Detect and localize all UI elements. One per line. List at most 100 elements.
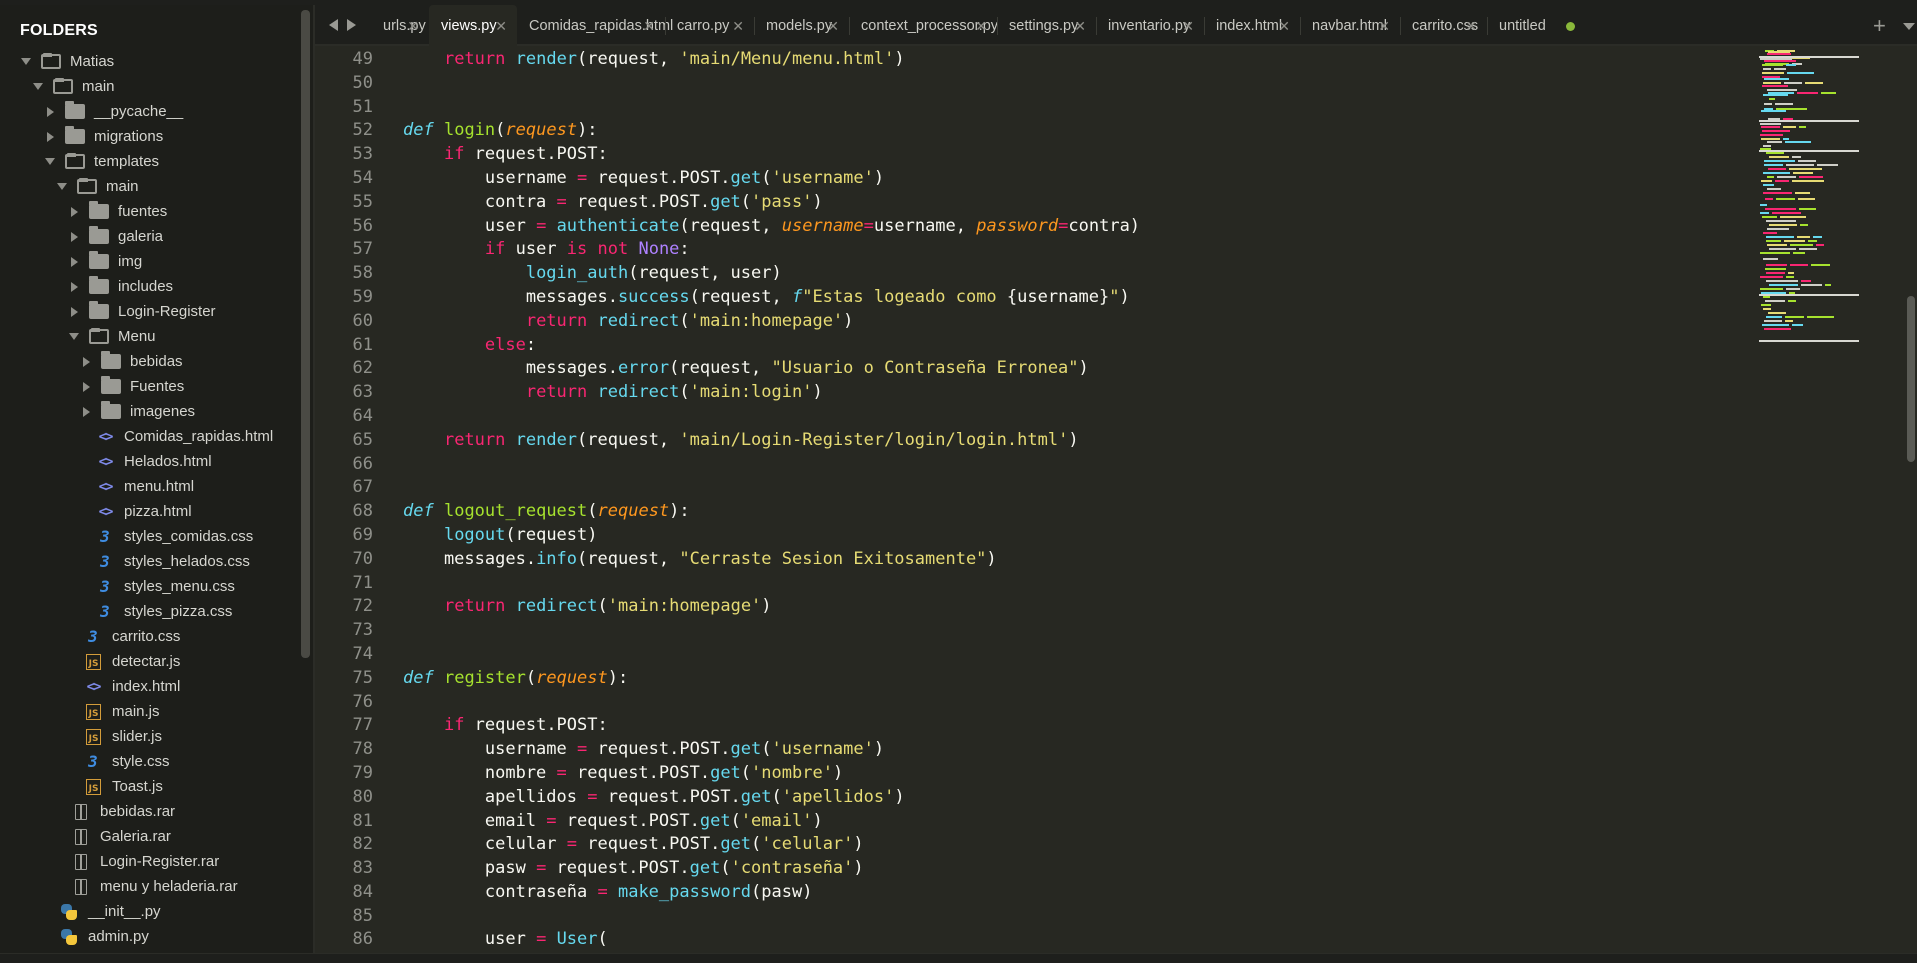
editor-scrollbar-track[interactable]	[1905, 48, 1917, 953]
disclosure-closed-icon[interactable]	[68, 231, 80, 243]
tree-file[interactable]: <> pizza.html	[0, 499, 300, 524]
tree-file[interactable]: __init__.py	[0, 899, 300, 924]
code-line[interactable]: 73	[315, 619, 1755, 643]
disclosure-open-icon[interactable]	[56, 181, 68, 193]
unsaved-dot-icon[interactable]	[1566, 22, 1575, 31]
code-line[interactable]: 84 contraseña = make_password(pasw)	[315, 881, 1755, 905]
disclosure-open-icon[interactable]	[44, 156, 56, 168]
disclosure-closed-icon[interactable]	[68, 256, 80, 268]
code-line[interactable]: 56 user = authenticate(request, username…	[315, 215, 1755, 239]
code-line[interactable]: 60 return redirect('main:homepage')	[315, 310, 1755, 334]
code-line[interactable]: 55 contra = request.POST.get('pass')	[315, 191, 1755, 215]
tab-list-menu-icon[interactable]	[1903, 23, 1915, 30]
close-tab-icon[interactable]: ✕	[643, 19, 655, 33]
tree-folder[interactable]: Login-Register	[0, 299, 300, 324]
close-tab-icon[interactable]: ✕	[407, 19, 419, 33]
code-line[interactable]: 76	[315, 691, 1755, 715]
code-line[interactable]: 77 if request.POST:	[315, 714, 1755, 738]
code-lines[interactable]: 49 return render(request, 'main/Menu/men…	[315, 48, 1755, 952]
tree-folder[interactable]: main	[0, 74, 300, 99]
disclosure-open-icon[interactable]	[32, 81, 44, 93]
tree-folder[interactable]: Matias	[0, 49, 300, 74]
code-line[interactable]: 59 messages.success(request, f"Estas log…	[315, 286, 1755, 310]
tab[interactable]: untitled	[1487, 5, 1587, 46]
tree-file[interactable]: 3 styles_comidas.css	[0, 524, 300, 549]
code-line[interactable]: 58 login_auth(request, user)	[315, 262, 1755, 286]
close-tab-icon[interactable]: ✕	[827, 19, 839, 33]
code-line[interactable]: 72 return redirect('main:homepage')	[315, 595, 1755, 619]
code-line[interactable]: 65 return render(request, 'main/Login-Re…	[315, 429, 1755, 453]
close-tab-icon[interactable]: ✕	[732, 19, 744, 33]
tab[interactable]: navbar.html ✕	[1300, 5, 1400, 46]
tab[interactable]: urls.py ✕	[371, 5, 429, 46]
tree-folder[interactable]: migrations	[0, 124, 300, 149]
tree-file[interactable]: <> Comidas_rapidas.html	[0, 424, 300, 449]
close-tab-icon[interactable]: ✕	[1378, 19, 1390, 33]
tree-folder[interactable]: includes	[0, 274, 300, 299]
code-line[interactable]: 71	[315, 572, 1755, 596]
tree-folder[interactable]: __pycache__	[0, 99, 300, 124]
code-line[interactable]: 67	[315, 476, 1755, 500]
tab-scroll-right-icon[interactable]	[347, 19, 356, 31]
code-line[interactable]: 50	[315, 72, 1755, 96]
tab[interactable]: Comidas_rapidas.html ✕	[517, 5, 673, 46]
disclosure-open-icon[interactable]	[20, 56, 32, 68]
code-line[interactable]: 53 if request.POST:	[315, 143, 1755, 167]
tree-file[interactable]: menu y heladeria.rar	[0, 874, 300, 899]
new-tab-button[interactable]: +	[1873, 13, 1886, 39]
tree-file[interactable]: admin.py	[0, 924, 300, 949]
tab[interactable]: models.py ✕	[754, 5, 849, 46]
code-line[interactable]: 75 def register(request):	[315, 667, 1755, 691]
disclosure-closed-icon[interactable]	[68, 206, 80, 218]
tree-file[interactable]: Login-Register.rar	[0, 849, 300, 874]
code-line[interactable]: 79 nombre = request.POST.get('nombre')	[315, 762, 1755, 786]
tree-file[interactable]: 3 carrito.css	[0, 624, 300, 649]
code-line[interactable]: 83 pasw = request.POST.get('contraseña')	[315, 857, 1755, 881]
disclosure-closed-icon[interactable]	[68, 281, 80, 293]
code-line[interactable]: 51	[315, 96, 1755, 120]
tree-file[interactable]: Galeria.rar	[0, 824, 300, 849]
tab[interactable]: context_processor.py ✕	[849, 5, 998, 46]
tab[interactable]: carrito.css ✕	[1400, 5, 1487, 46]
code-line[interactable]: 54 username = request.POST.get('username…	[315, 167, 1755, 191]
tree-file[interactable]: 3 styles_helados.css	[0, 549, 300, 574]
tree-file[interactable]: <> Helados.html	[0, 449, 300, 474]
code-line[interactable]: 68 def logout_request(request):	[315, 500, 1755, 524]
disclosure-closed-icon[interactable]	[44, 131, 56, 143]
tree-file[interactable]: JS Toast.js	[0, 774, 300, 799]
tree-folder[interactable]: main	[0, 174, 300, 199]
code-line[interactable]: 69 logout(request)	[315, 524, 1755, 548]
code-line[interactable]: 66	[315, 453, 1755, 477]
tree-folder[interactable]: Menu	[0, 324, 300, 349]
code-line[interactable]: 86 user = User(	[315, 928, 1755, 952]
tab[interactable]: inventario.py ✕	[1096, 5, 1204, 46]
code-line[interactable]: 81 email = request.POST.get('email')	[315, 810, 1755, 834]
code-editor[interactable]: 49 return render(request, 'main/Menu/men…	[315, 48, 1755, 953]
tree-file[interactable]: <> index.html	[0, 674, 300, 699]
disclosure-open-icon[interactable]	[68, 331, 80, 343]
code-line[interactable]: 57 if user is not None:	[315, 238, 1755, 262]
tab[interactable]: index.html ✕	[1204, 5, 1300, 46]
code-line[interactable]: 78 username = request.POST.get('username…	[315, 738, 1755, 762]
disclosure-closed-icon[interactable]	[80, 356, 92, 368]
code-line[interactable]: 82 celular = request.POST.get('celular')	[315, 833, 1755, 857]
tree-file[interactable]: 3 styles_menu.css	[0, 574, 300, 599]
tree-folder[interactable]: imagenes	[0, 399, 300, 424]
tree-file[interactable]: JS main.js	[0, 699, 300, 724]
close-tab-icon[interactable]: ✕	[1278, 19, 1290, 33]
tree-folder[interactable]: fuentes	[0, 199, 300, 224]
tree-file[interactable]: bebidas.rar	[0, 799, 300, 824]
tree-file[interactable]: JS slider.js	[0, 724, 300, 749]
tree-folder[interactable]: img	[0, 249, 300, 274]
disclosure-closed-icon[interactable]	[80, 381, 92, 393]
close-tab-icon[interactable]: ✕	[1182, 19, 1194, 33]
code-line[interactable]: 63 return redirect('main:login')	[315, 381, 1755, 405]
sidebar-scrollbar-thumb[interactable]	[301, 10, 310, 658]
code-line[interactable]: 64	[315, 405, 1755, 429]
code-line[interactable]: 80 apellidos = request.POST.get('apellid…	[315, 786, 1755, 810]
code-line[interactable]: 85	[315, 905, 1755, 929]
code-line[interactable]: 61 else:	[315, 334, 1755, 358]
tree-file[interactable]: <> menu.html	[0, 474, 300, 499]
tab-scroll-left-icon[interactable]	[329, 19, 338, 31]
disclosure-closed-icon[interactable]	[68, 306, 80, 318]
